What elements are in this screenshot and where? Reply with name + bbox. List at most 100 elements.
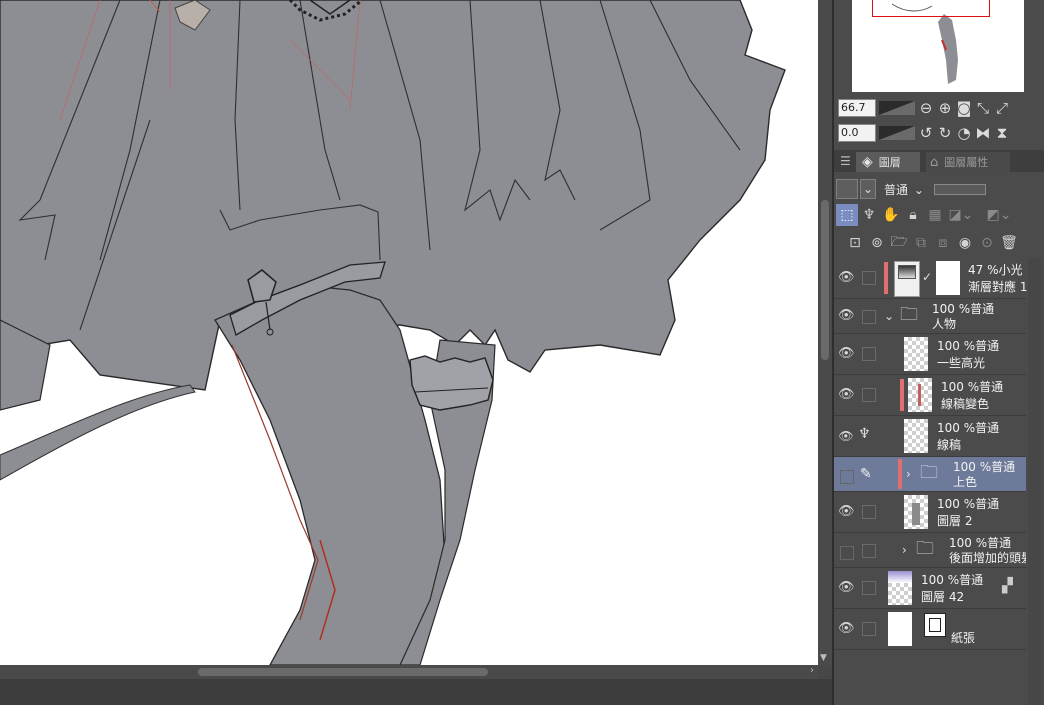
layer-tools-row-1: ⬚ ♆ ✋ 🔒︎ ▦ ◪⌄ ◩⌄ (836, 202, 1014, 228)
rotation-slider[interactable] (879, 126, 915, 140)
mask-enable-icon[interactable]: ◪⌄ (946, 204, 976, 226)
layer-opacity-mode: 100 %普通 (937, 339, 1000, 353)
horizontal-scrollbar[interactable]: › (0, 665, 818, 679)
visibility-eye-icon[interactable]: 👁︎ (838, 270, 855, 286)
merge-down-icon[interactable]: ⧈ (932, 232, 954, 254)
layer-lock-checkbox[interactable] (862, 544, 876, 558)
flip-horizontal-icon[interactable]: ⧓ (975, 124, 991, 142)
visibility-checkbox[interactable] (840, 546, 854, 560)
lock-transparency-icon[interactable]: ▦ (924, 204, 946, 226)
folder-expand-chevron-icon[interactable]: › (902, 543, 907, 557)
chevron-down-icon: ⌄ (913, 182, 924, 197)
tab-layer[interactable]: ◈ 圖層 (856, 152, 920, 172)
layer-row-folder-back-hair[interactable]: › 🗀︎ 100 %普通 後面增加的頭髮 (834, 533, 1026, 568)
lock-layer-icon[interactable]: 🔒︎ (902, 204, 924, 226)
layer-row-paper[interactable]: 👁︎ 紙張 (834, 609, 1026, 650)
draft-layer-icon[interactable]: ♆ (858, 204, 880, 226)
layer-lock-checkbox[interactable] (862, 581, 876, 595)
right-panel: 66.7 ⊖ ⊕ ◙ ⤡ ⤢ 0.0 ↺ ↻ ◔ ⧓ ⧗ ☰ ◈ 圖層 ⌂ 圖層… (834, 0, 1044, 705)
layer-tools-row-2: ⊡ ⊚ 🗁︎ ⧉ ⧈ ◉ ⊙ 🗑︎ (844, 230, 1020, 256)
status-bar (0, 679, 832, 705)
layer-lock-checkbox[interactable] (862, 271, 876, 285)
layer-name: 圖層 42 (921, 590, 965, 604)
tab-property-label: 圖層屬性 (944, 156, 989, 169)
zoom-in-icon[interactable]: ⊕ (937, 99, 953, 117)
vertical-scrollbar[interactable]: ▼ (818, 0, 832, 665)
rotate-right-icon[interactable]: ↻ (937, 124, 953, 142)
rotation-input[interactable]: 0.0 (838, 124, 876, 142)
folder-icon: 🗀︎ (900, 304, 918, 325)
reference-layer-icon[interactable]: ⬚ (836, 204, 858, 226)
new-raster-layer-icon[interactable]: ⊡ (844, 232, 866, 254)
layer-row-lineart[interactable]: 👁︎ ♆ 100 %普通 線稿 (834, 416, 1026, 457)
layer-row-lineart-color[interactable]: 👁︎ 100 %普通 線稿變色 (834, 375, 1026, 416)
layer-row-gradient-map[interactable]: 👁︎ ✓ 47 %小光 漸層對應 1 (834, 258, 1027, 299)
layer-list-scrollbar[interactable] (1028, 258, 1042, 705)
scroll-right-arrow-icon[interactable]: › (810, 665, 814, 676)
link-check-icon: ✓ (922, 270, 933, 284)
layer-lock-checkbox[interactable] (862, 388, 876, 402)
drawing-canvas[interactable] (0, 0, 818, 665)
layer-lock-checkbox[interactable] (862, 622, 876, 636)
scroll-down-arrow-icon[interactable]: ▼ (820, 653, 827, 663)
clip-layer-icon[interactable]: ✋ (880, 204, 902, 226)
layer-color-button[interactable] (836, 179, 858, 199)
horizontal-scroll-thumb[interactable] (198, 668, 488, 676)
navigator-view-frame[interactable] (872, 0, 990, 17)
layer-row-layer-42[interactable]: 👁︎ 100 %普通 圖層 42 ▞ (834, 568, 1026, 609)
layer-opacity-mode: 100 %普通 (937, 421, 1000, 435)
rotate-left-icon[interactable]: ↺ (918, 124, 934, 142)
apply-mask-icon[interactable]: ⊙ (976, 232, 998, 254)
layer-color-mark (898, 459, 902, 489)
visibility-eye-icon[interactable]: 👁︎ (838, 308, 855, 324)
layer-name: 線稿變色 (941, 397, 990, 411)
reference-layer-marker-icon: ♆ (858, 426, 871, 442)
paper-layer-icon (924, 613, 946, 637)
layer-color-dropdown[interactable]: ⌄ (860, 179, 876, 199)
opacity-slider[interactable] (933, 183, 986, 195)
visibility-eye-icon[interactable]: 👁︎ (838, 580, 855, 596)
vertical-scroll-thumb[interactable] (821, 200, 829, 360)
tab-layer-property[interactable]: ⌂ 圖層屬性 (926, 152, 1010, 172)
new-folder-icon[interactable]: 🗁︎ (888, 232, 910, 254)
fit-to-navigator-icon[interactable]: ⤢ (994, 99, 1010, 117)
layer-row-folder-character[interactable]: 👁︎ ⌄ 🗀︎ 100 %普通 人物 (834, 299, 1026, 334)
zoom-out-icon[interactable]: ⊖ (918, 99, 934, 117)
fit-actual-size-icon[interactable]: ◙ (956, 99, 972, 117)
blend-mode-select[interactable]: 普通 ⌄ (884, 181, 924, 198)
layer-thumbnail (908, 378, 932, 412)
layer-opacity-mode: 100 %普通 (949, 536, 1012, 550)
layer-row-layer-2[interactable]: 👁︎ 100 %普通 圖層 2 (834, 492, 1026, 533)
visibility-eye-icon[interactable]: 👁︎ (838, 621, 855, 637)
visibility-eye-icon[interactable]: 👁︎ (838, 346, 855, 362)
flip-vertical-icon[interactable]: ⧗ (994, 124, 1010, 142)
layer-lock-checkbox[interactable] (862, 505, 876, 519)
visibility-eye-icon[interactable]: 👁︎ (838, 504, 855, 520)
zoom-slider[interactable] (879, 101, 915, 115)
panel-menu-icon[interactable]: ☰ (840, 154, 851, 168)
mask-thumbnail (936, 261, 960, 295)
new-vector-layer-icon[interactable]: ⊚ (866, 232, 888, 254)
folder-collapse-chevron-icon[interactable]: ⌄ (884, 309, 894, 323)
draft-visibility-icon[interactable]: 👁︎ (838, 428, 854, 444)
fit-to-screen-icon[interactable]: ⤡ (975, 99, 991, 117)
layer-row-folder-coloring[interactable]: ✎ › 🗀︎ 100 %普通 上色 (834, 457, 1026, 492)
layer-row-highlights[interactable]: 👁︎ 100 %普通 一些高光 (834, 334, 1026, 375)
create-mask-icon[interactable]: ◉ (954, 232, 976, 254)
reset-rotation-icon[interactable]: ◔ (956, 124, 972, 142)
folder-expand-chevron-icon[interactable]: › (906, 467, 911, 481)
layer-thumbnail (888, 571, 912, 605)
pen-edit-icon: ✎ (860, 466, 872, 482)
blend-mode-label: 普通 (884, 182, 909, 197)
layer-lock-checkbox[interactable] (862, 310, 876, 324)
layer-opacity-mode: 100 %普通 (921, 573, 984, 587)
zoom-input[interactable]: 66.7 (838, 99, 876, 117)
delete-layer-icon[interactable]: 🗑︎ (998, 232, 1020, 254)
visibility-checkbox[interactable] (840, 470, 854, 484)
navigator-preview[interactable] (852, 0, 1024, 92)
paper-thumbnail (888, 612, 912, 646)
visibility-eye-icon[interactable]: 👁︎ (838, 387, 855, 403)
layer-lock-checkbox[interactable] (862, 347, 876, 361)
mask-range-icon[interactable]: ◩⌄ (984, 204, 1014, 226)
transfer-to-lower-icon[interactable]: ⧉ (910, 232, 932, 254)
